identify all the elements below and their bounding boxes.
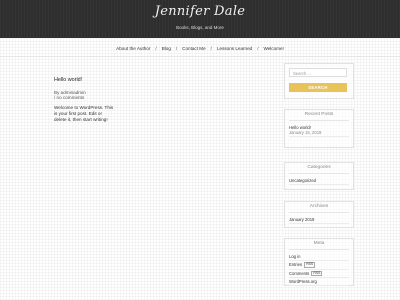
post-meta: By adminadmin / no comments: [54, 90, 114, 101]
login-link[interactable]: Log in: [289, 254, 300, 259]
widget-title: Categories: [307, 165, 331, 170]
site-description: Books, Blogs, and More: [176, 25, 224, 30]
site-header: Jennifer Dale Books, Blogs, and More: [0, 0, 400, 38]
widget-divider: [289, 212, 349, 213]
nav-item-welcome[interactable]: Welcome!: [263, 46, 283, 51]
nav-separator: /: [155, 45, 157, 51]
widget-title: Archives: [309, 204, 329, 209]
nav-item-contact-me[interactable]: Contact Me: [182, 46, 206, 51]
list-item: Comments RSS: [289, 271, 349, 279]
meta-list: Log in Entries RSS Comments RSS WordPres…: [289, 254, 349, 287]
recent-posts-widget: Recent Posts Hello world! January 15, 20…: [284, 109, 354, 148]
nav-item-blog[interactable]: Blog: [162, 46, 171, 51]
main-nav: About the Author / Blog / Contact Me / L…: [0, 43, 400, 53]
meta-widget: Meta Log in Entries RSS Comments RSS Wor…: [284, 238, 354, 287]
rss-icon: RSS: [311, 270, 323, 277]
category-link[interactable]: Uncategorized: [289, 178, 349, 185]
list-item: WordPress.org: [289, 279, 349, 287]
post-comments-link[interactable]: / no comments: [54, 95, 114, 101]
rss-icon: RSS: [304, 262, 316, 268]
comments-feed-link[interactable]: Comments: [289, 271, 309, 276]
post-article: Hello world! By adminadmin / no comments…: [54, 77, 114, 122]
archives-widget: Archives January 2019: [284, 201, 354, 228]
post-body: Welcome to WordPress. This is your first…: [54, 105, 114, 122]
widget-title: Recent Posts: [304, 112, 334, 117]
list-item: Log in: [289, 254, 349, 261]
recent-post-date: January 15, 2019: [289, 130, 322, 135]
widget-divider: [289, 249, 349, 250]
widget-divider: [289, 120, 349, 121]
list-item: Entries RSS: [289, 262, 349, 270]
nav-divider: [0, 56, 400, 57]
nav-separator: /: [175, 45, 178, 51]
wordpress-org-link[interactable]: WordPress.org: [289, 279, 317, 284]
widget-divider: [289, 173, 349, 174]
categories-widget: Categories Uncategorized: [284, 162, 354, 190]
nav-item-lessons-learned[interactable]: Lessons Learned: [217, 46, 252, 51]
nav-separator: /: [257, 45, 259, 51]
archive-link[interactable]: January 2019: [289, 217, 349, 224]
recent-posts-list: Hello world! January 15, 2019: [289, 125, 349, 137]
categories-list: Uncategorized: [289, 178, 349, 185]
entries-feed-link[interactable]: Entries: [289, 262, 302, 267]
archives-list: January 2019: [289, 217, 349, 224]
site-title[interactable]: Jennifer Dale: [0, 4, 400, 19]
nav-separator: /: [210, 45, 212, 51]
search-input[interactable]: Search ...: [289, 68, 347, 77]
search-button[interactable]: SEARCH: [289, 83, 347, 92]
nav-item-about-the-author[interactable]: About the Author: [116, 46, 150, 51]
post-title[interactable]: Hello world!: [54, 77, 114, 84]
widget-title: Meta: [313, 241, 325, 246]
list-item: Hello world! January 15, 2019: [289, 125, 349, 137]
